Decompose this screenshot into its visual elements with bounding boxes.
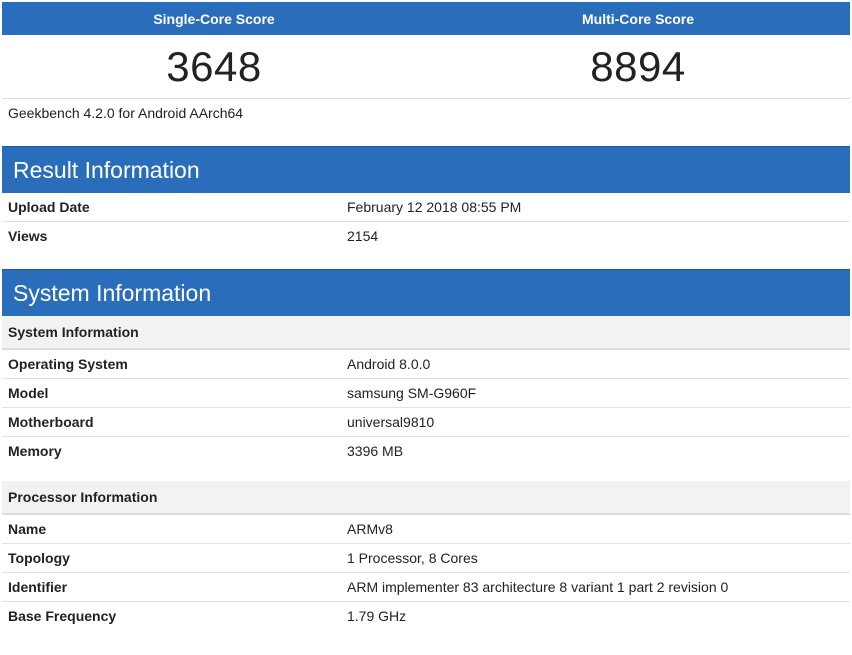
page: Single-Core Score Multi-Core Score 3648 … [2,2,850,630]
processor-information-subheader: Processor Information [2,481,850,515]
row-value: ARM implementer 83 architecture 8 varian… [347,579,729,595]
row-key: Motherboard [8,414,94,430]
row-key: Operating System [8,356,128,372]
table-row: Name ARMv8 [2,515,850,544]
row-key: Name [8,521,47,537]
row-value: ARMv8 [347,521,393,537]
multi-core-score-label: Multi-Core Score [581,10,694,27]
row-key: Identifier [8,579,68,595]
row-key: Model [8,385,49,401]
result-information-title: Result Information [2,146,850,193]
table-row: Views 2154 [2,222,850,250]
row-value: universal9810 [347,414,435,430]
table-row: Identifier ARM implementer 83 architectu… [2,573,850,602]
row-value: 1 Processor, 8 Cores [347,550,478,566]
score-table: Single-Core Score Multi-Core Score 3648 … [2,2,850,99]
system-information-subheader: System Information [2,316,850,350]
table-row: Upload Date February 12 2018 08:55 PM [2,193,850,222]
score-values-row: 3648 8894 [2,35,850,99]
row-value: February 12 2018 08:55 PM [347,199,522,215]
row-key: Topology [8,550,70,566]
single-core-score-value: 3648 [166,42,262,90]
row-value: 2154 [347,228,379,244]
table-row: Motherboard universal9810 [2,408,850,437]
table-row: Operating System Android 8.0.0 [2,350,850,379]
multi-core-score-value: 8894 [590,42,686,90]
row-key: Memory [8,443,62,459]
system-information-title: System Information [2,269,850,316]
score-header-row: Single-Core Score Multi-Core Score [2,2,850,35]
row-value: 3396 MB [347,443,404,459]
table-row: Topology 1 Processor, 8 Cores [2,544,850,573]
single-core-score-label: Single-Core Score [153,10,275,27]
row-key: Upload Date [8,199,90,215]
table-row: Memory 3396 MB [2,437,850,465]
version-line: Geekbench 4.2.0 for Android AArch64 [8,105,244,121]
row-key: Base Frequency [8,608,117,624]
row-value: Android 8.0.0 [347,356,431,372]
table-row: Model samsung SM-G960F [2,379,850,408]
system-information-section: System Information System Information Op… [2,269,850,630]
row-key: Views [8,228,48,244]
result-information-section: Result Information Upload Date February … [2,146,850,250]
row-value: samsung SM-G960F [347,385,477,401]
row-value: 1.79 GHz [347,608,407,624]
table-row: Base Frequency 1.79 GHz [2,602,850,630]
